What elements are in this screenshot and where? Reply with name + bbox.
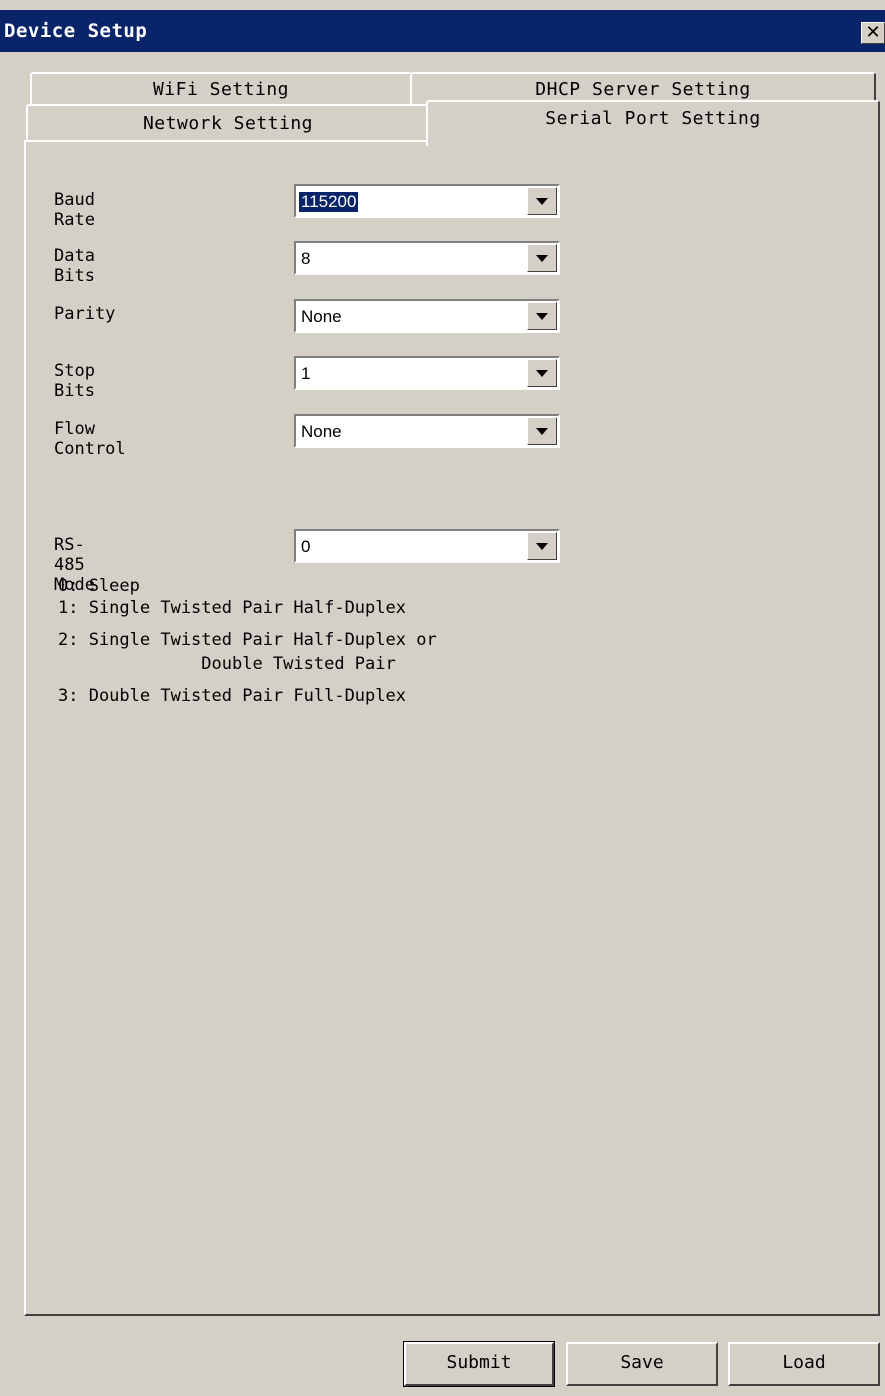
load-label: Load: [782, 1352, 826, 1373]
save-label: Save: [620, 1352, 664, 1373]
data-bits-label: Data Bits: [54, 246, 95, 286]
parity-value: None: [301, 307, 342, 326]
chevron-down-icon[interactable]: [527, 417, 557, 445]
parity-select[interactable]: None: [294, 299, 560, 333]
rs485-mode-value: 0: [301, 537, 311, 556]
mode-description: 0: Sleep: [58, 576, 140, 596]
tab-label: Serial Port Setting: [545, 108, 761, 129]
save-button[interactable]: Save: [566, 1342, 718, 1386]
tab-label: DHCP Server Setting: [535, 79, 751, 100]
flow-control-label: Flow Control: [54, 419, 126, 459]
data-bits-select[interactable]: 8: [294, 241, 560, 275]
baud-rate-value: 115200: [299, 192, 359, 212]
baud-rate-select[interactable]: 115200: [294, 184, 560, 218]
close-button[interactable]: ✕: [861, 22, 885, 44]
mode-description: 3: Double Twisted Pair Full-Duplex: [58, 686, 406, 706]
window-title: Device Setup: [4, 20, 148, 42]
chevron-down-icon[interactable]: [527, 532, 557, 560]
tab-network-setting[interactable]: Network Setting: [26, 104, 430, 142]
stop-bits-select[interactable]: 1: [294, 356, 560, 390]
stop-bits-label: Stop Bits: [54, 361, 95, 401]
rs485-mode-select[interactable]: 0: [294, 529, 560, 563]
data-bits-value: 8: [301, 249, 311, 268]
tab-label: WiFi Setting: [152, 79, 290, 100]
submit-button[interactable]: Submit: [403, 1341, 555, 1387]
stop-bits-value: 1: [301, 364, 311, 383]
parity-label: Parity: [54, 304, 116, 324]
chevron-down-icon[interactable]: [527, 359, 557, 387]
tab-label: Network Setting: [142, 113, 314, 134]
chevron-down-icon[interactable]: [527, 302, 557, 330]
mode-description: 2: Single Twisted Pair Half-Duplex or: [58, 630, 437, 650]
submit-label: Submit: [446, 1352, 512, 1373]
tab-serial-port-setting[interactable]: Serial Port Setting: [426, 100, 880, 146]
close-icon: ✕: [865, 22, 881, 43]
flow-control-select[interactable]: None: [294, 414, 560, 448]
mode-description: 1: Single Twisted Pair Half-Duplex: [58, 598, 406, 618]
title-bar[interactable]: Device Setup ✕: [0, 10, 885, 52]
device-setup-window: Device Setup ✕ WiFi Setting DHCP Server …: [0, 0, 885, 1396]
load-button[interactable]: Load: [728, 1342, 880, 1386]
mode-description: Double Twisted Pair: [58, 654, 396, 674]
flow-control-value: None: [301, 422, 342, 441]
chevron-down-icon[interactable]: [527, 244, 557, 272]
baud-rate-label: Baud Rate: [54, 190, 95, 230]
chevron-down-icon[interactable]: [527, 187, 557, 215]
